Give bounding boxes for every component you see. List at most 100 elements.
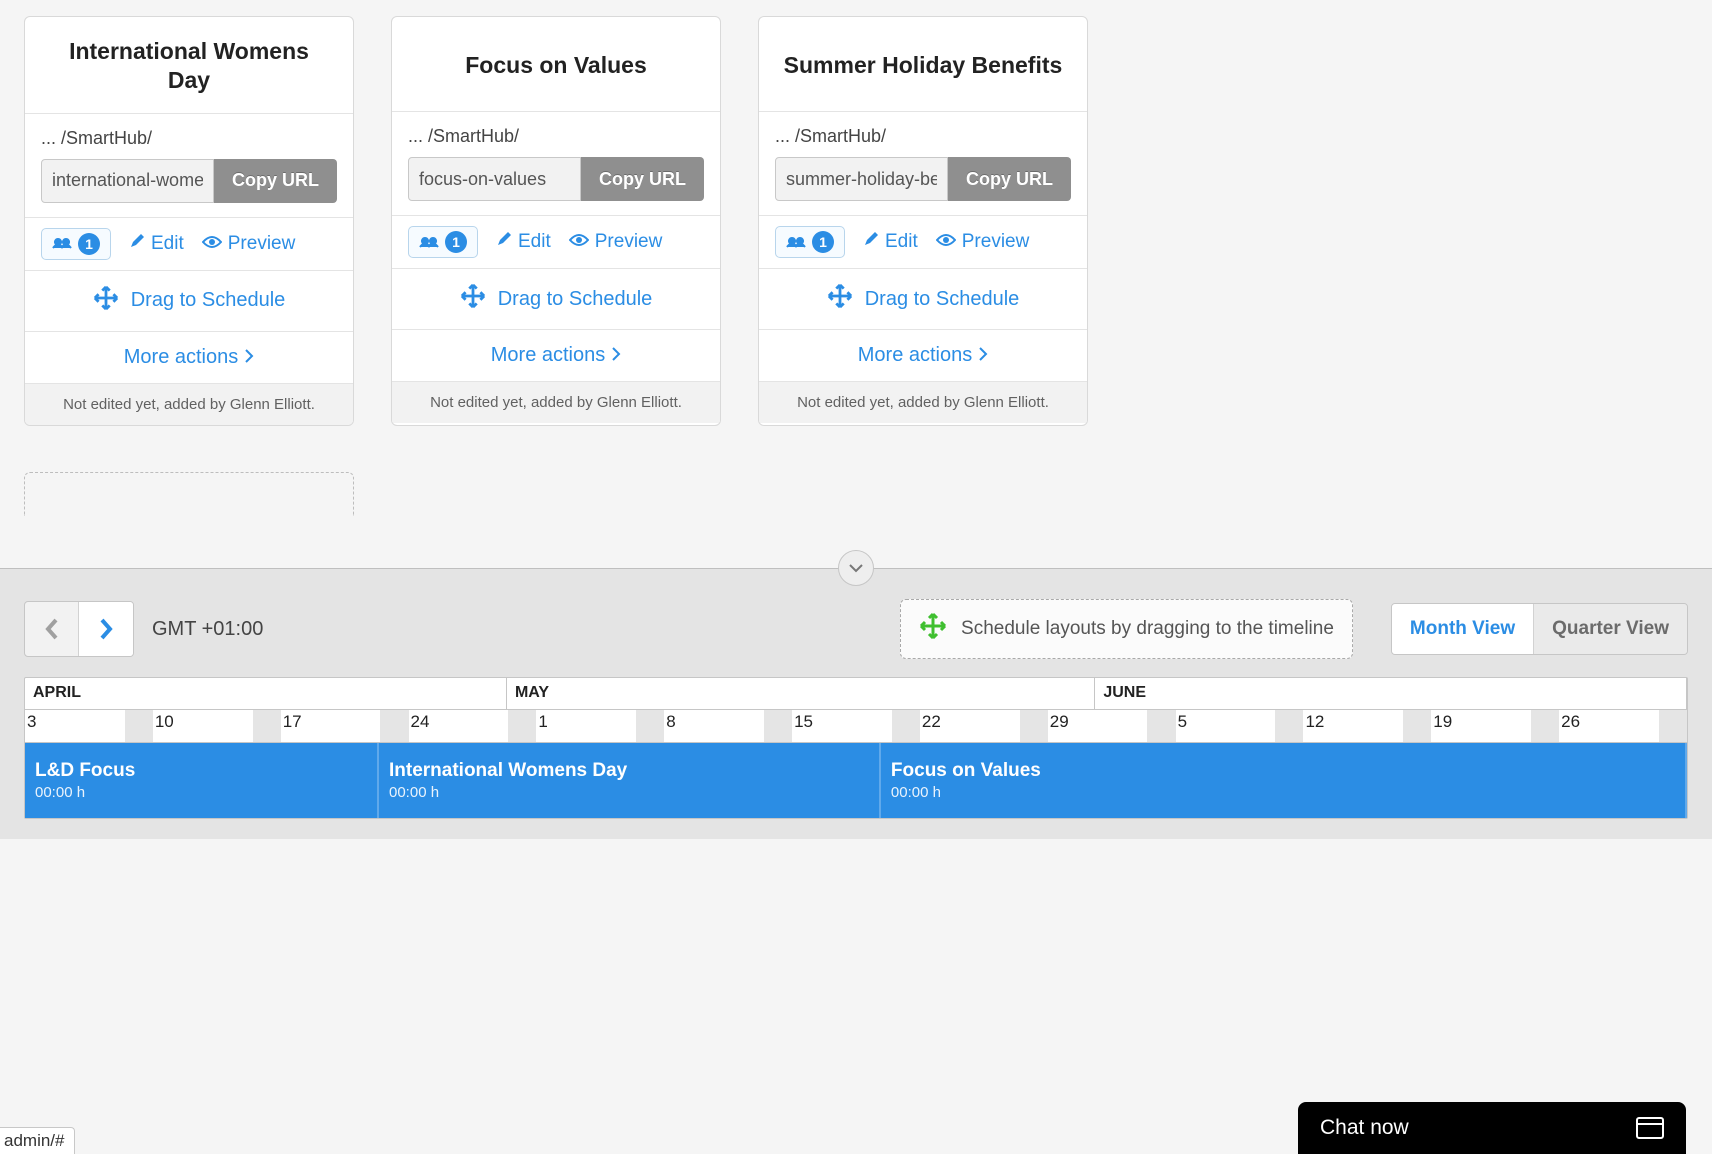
users-count: 1 <box>445 231 467 253</box>
drag-to-schedule-handle[interactable]: Drag to Schedule <box>759 268 1087 329</box>
day-header: 17 <box>281 710 409 742</box>
slug-input[interactable] <box>41 159 214 203</box>
slug-input[interactable] <box>775 157 948 201</box>
edit-button[interactable]: Edit <box>129 233 184 255</box>
users-count: 1 <box>78 233 100 255</box>
scheduled-event[interactable]: Focus on Values 00:00 h <box>881 743 1687 818</box>
move-icon <box>827 283 853 315</box>
edit-button[interactable]: Edit <box>863 231 918 253</box>
eye-icon <box>569 231 589 253</box>
card-footer-text: Not edited yet, added by Glenn Elliott. <box>392 381 720 423</box>
copy-url-button[interactable]: Copy URL <box>948 157 1071 201</box>
preview-button[interactable]: Preview <box>202 233 296 255</box>
quarter-view-button[interactable]: Quarter View <box>1533 604 1687 654</box>
pencil-icon <box>863 231 879 253</box>
users-icon <box>419 232 439 253</box>
drag-label: Drag to Schedule <box>131 289 286 312</box>
card-title: Focus on Values <box>392 17 720 112</box>
timezone-label: GMT +01:00 <box>152 618 263 641</box>
preview-label: Preview <box>962 231 1030 253</box>
users-badge[interactable]: 1 <box>41 228 111 260</box>
copy-url-button[interactable]: Copy URL <box>214 159 337 203</box>
timeline-scale: APRILMAYJUNE 3101724181522295121926 L&D … <box>24 677 1688 819</box>
timeline-panel: GMT +01:00 Schedule layouts by dragging … <box>0 568 1712 839</box>
day-header: 10 <box>153 710 281 742</box>
eye-icon <box>936 231 956 253</box>
more-actions-button[interactable]: More actions <box>759 329 1087 381</box>
month-header: APRIL <box>25 678 507 709</box>
event-title: International Womens Day <box>389 760 879 782</box>
eye-icon <box>202 233 222 255</box>
move-icon <box>460 283 486 315</box>
more-actions-button[interactable]: More actions <box>25 331 353 383</box>
card-path: ... /SmartHub/ <box>392 112 720 151</box>
event-time: 00:00 h <box>389 784 879 801</box>
move-icon <box>919 612 947 646</box>
chevron-right-icon <box>244 346 254 369</box>
new-card-placeholder[interactable] <box>24 472 354 516</box>
timeline-next-button[interactable] <box>79 602 133 656</box>
chevron-down-icon <box>848 560 864 576</box>
more-actions-button[interactable]: More actions <box>392 329 720 381</box>
layout-card: Summer Holiday Benefits ... /SmartHub/ C… <box>758 16 1088 426</box>
view-switch: Month View Quarter View <box>1391 603 1688 655</box>
day-header: 19 <box>1431 710 1559 742</box>
more-label: More actions <box>124 346 239 369</box>
chat-widget[interactable]: Chat now <box>1298 1102 1686 1154</box>
day-header: 12 <box>1303 710 1431 742</box>
preview-label: Preview <box>595 231 663 253</box>
day-header: 22 <box>920 710 1048 742</box>
chat-label: Chat now <box>1320 1116 1409 1140</box>
event-time: 00:00 h <box>35 784 377 801</box>
users-count: 1 <box>812 231 834 253</box>
card-footer-text: Not edited yet, added by Glenn Elliott. <box>25 383 353 425</box>
drag-hint-text: Schedule layouts by dragging to the time… <box>961 618 1334 640</box>
chevron-right-icon <box>611 344 621 367</box>
edit-label: Edit <box>518 231 551 253</box>
edit-button[interactable]: Edit <box>496 231 551 253</box>
day-header: 3 <box>25 710 153 742</box>
day-header: 26 <box>1559 710 1687 742</box>
day-header: 8 <box>664 710 792 742</box>
drag-hint-area[interactable]: Schedule layouts by dragging to the time… <box>900 599 1353 659</box>
users-icon <box>52 233 72 254</box>
users-icon <box>786 232 806 253</box>
slug-input[interactable] <box>408 157 581 201</box>
card-footer-text: Not edited yet, added by Glenn Elliott. <box>759 381 1087 423</box>
preview-label: Preview <box>228 233 296 255</box>
layout-card: International Womens Day ... /SmartHub/ … <box>24 16 354 426</box>
preview-button[interactable]: Preview <box>569 231 663 253</box>
move-icon <box>93 285 119 317</box>
edit-label: Edit <box>885 231 918 253</box>
timeline-prev-button[interactable] <box>25 602 79 656</box>
users-badge[interactable]: 1 <box>408 226 478 258</box>
card-path: ... /SmartHub/ <box>25 114 353 153</box>
more-label: More actions <box>491 344 606 367</box>
drag-to-schedule-handle[interactable]: Drag to Schedule <box>392 268 720 329</box>
pencil-icon <box>129 233 145 255</box>
pencil-icon <box>496 231 512 253</box>
maximize-icon <box>1636 1117 1664 1139</box>
event-time: 00:00 h <box>891 784 1685 801</box>
event-title: L&D Focus <box>35 760 377 782</box>
scheduled-event[interactable]: International Womens Day 00:00 h <box>379 743 881 818</box>
chevron-left-icon <box>43 617 61 641</box>
chevron-right-icon <box>97 617 115 641</box>
edit-label: Edit <box>151 233 184 255</box>
collapse-timeline-button[interactable] <box>838 550 874 586</box>
day-header: 5 <box>1176 710 1304 742</box>
copy-url-button[interactable]: Copy URL <box>581 157 704 201</box>
drag-to-schedule-handle[interactable]: Drag to Schedule <box>25 270 353 331</box>
status-bar-url: admin/# <box>0 1127 75 1154</box>
card-title: Summer Holiday Benefits <box>759 17 1087 112</box>
day-header: 24 <box>409 710 537 742</box>
drag-label: Drag to Schedule <box>865 288 1020 311</box>
card-path: ... /SmartHub/ <box>759 112 1087 151</box>
month-view-button[interactable]: Month View <box>1392 604 1533 654</box>
month-header: MAY <box>507 678 1095 709</box>
users-badge[interactable]: 1 <box>775 226 845 258</box>
card-title: International Womens Day <box>25 17 353 114</box>
day-header: 29 <box>1048 710 1176 742</box>
scheduled-event[interactable]: L&D Focus 00:00 h <box>25 743 379 818</box>
preview-button[interactable]: Preview <box>936 231 1030 253</box>
